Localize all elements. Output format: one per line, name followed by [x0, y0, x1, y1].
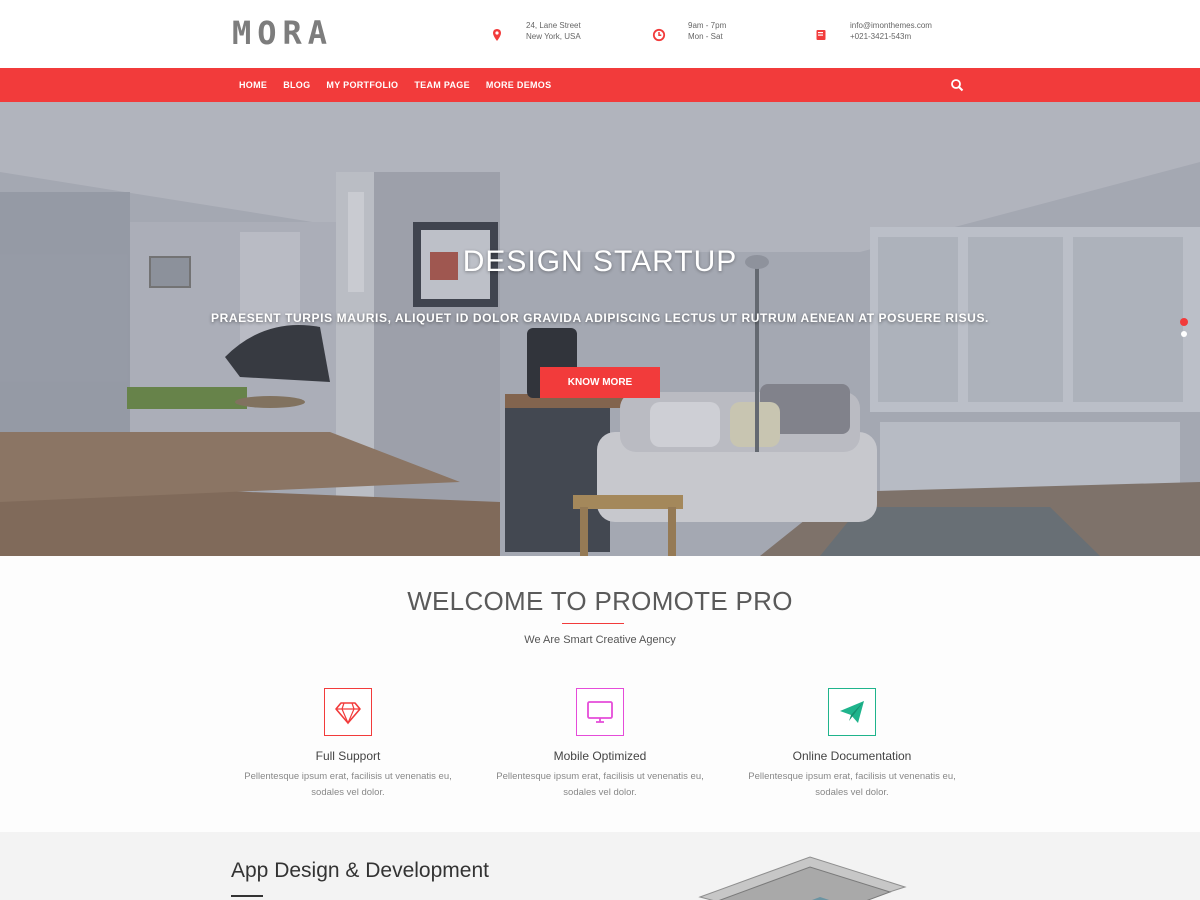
slider-dot[interactable] [1181, 331, 1187, 337]
book-icon [816, 30, 826, 40]
search-icon[interactable] [950, 78, 964, 92]
feature-icon-box [828, 688, 876, 736]
section-underline [231, 895, 263, 897]
monitor-icon [587, 701, 613, 723]
nav-item-more-demos[interactable]: MORE DEMOS [486, 80, 552, 90]
nav-item-portfolio[interactable]: MY PORTFOLIO [326, 80, 398, 90]
feature-desc-line2: sodales vel dolor. [815, 787, 889, 798]
feature-full-support: Full Support Pellentesque ipsum erat, fa… [228, 688, 468, 801]
nav-item-team[interactable]: TEAM PAGE [414, 80, 470, 90]
main-nav: HOME BLOG MY PORTFOLIO TEAM PAGE MORE DE… [0, 68, 1200, 102]
feature-title: Online Documentation [792, 749, 912, 763]
contact-email[interactable]: info@imonthemes.com [850, 20, 932, 31]
hero-slider: DESIGN STARTUP PRAESENT TURPIS MAURIS, A… [0, 102, 1200, 556]
feature-desc-line2: sodales vel dolor. [563, 787, 637, 798]
feature-title: Mobile Optimized [553, 749, 647, 763]
welcome-section: WELCOME TO PROMOTE PRO We Are Smart Crea… [0, 556, 1200, 832]
title-underline [562, 623, 624, 624]
feature-desc: Pellentesque ipsum erat, facilisis ut ve… [732, 769, 972, 801]
feature-mobile-optimized: Mobile Optimized Pellentesque ipsum erat… [480, 688, 720, 801]
hours-line1: 9am - 7pm [688, 21, 727, 30]
feature-desc: Pellentesque ipsum erat, facilisis ut ve… [480, 769, 720, 801]
section-title: App Design & Development [231, 859, 489, 882]
clock-icon [652, 28, 666, 42]
welcome-subtitle: We Are Smart Creative Agency [524, 634, 676, 646]
address-line2: New York, USA [526, 32, 581, 41]
hero-overlay [0, 102, 1200, 556]
hours-info: 9am - 7pm Mon - Sat [652, 20, 726, 42]
app-design-section: App Design & Development [0, 832, 1200, 900]
feature-title: Full Support [315, 749, 381, 763]
contact-phone[interactable]: +021-3421-543m [850, 31, 932, 42]
feature-desc-line1: Pellentesque ipsum erat, facilisis ut ve… [748, 771, 956, 782]
address-line1: 24, Lane Street [526, 21, 581, 30]
site-logo[interactable]: MORA [232, 14, 333, 52]
hours-line2: Mon - Sat [688, 32, 723, 41]
know-more-button[interactable]: KNOW MORE [540, 367, 660, 398]
feature-desc-line2: sodales vel dolor. [311, 787, 385, 798]
contact-info: info@imonthemes.com +021-3421-543m [814, 20, 932, 42]
paper-plane-icon [840, 701, 864, 723]
address-info: 24, Lane Street New York, USA [490, 20, 581, 42]
site-header: MORA 24, Lane Street New York, USA 9am -… [0, 0, 1200, 68]
feature-online-documentation: Online Documentation Pellentesque ipsum … [732, 688, 972, 801]
feature-desc-line1: Pellentesque ipsum erat, facilisis ut ve… [496, 771, 704, 782]
nav-item-blog[interactable]: BLOG [283, 80, 310, 90]
hero-title: DESIGN STARTUP [462, 245, 738, 278]
feature-icon-box [324, 688, 372, 736]
feature-desc-line1: Pellentesque ipsum erat, facilisis ut ve… [244, 771, 452, 782]
slider-dot-active[interactable] [1180, 318, 1188, 326]
map-pin-icon [493, 29, 501, 41]
feature-icon-box [576, 688, 624, 736]
feature-desc: Pellentesque ipsum erat, facilisis ut ve… [228, 769, 468, 801]
welcome-title: WELCOME TO PROMOTE PRO [407, 586, 793, 616]
layered-device-illustration [698, 856, 907, 900]
diamond-icon [335, 702, 361, 725]
nav-item-home[interactable]: HOME [239, 80, 267, 90]
hero-subtitle: PRAESENT TURPIS MAURIS, ALIQUET ID DOLOR… [211, 311, 989, 325]
